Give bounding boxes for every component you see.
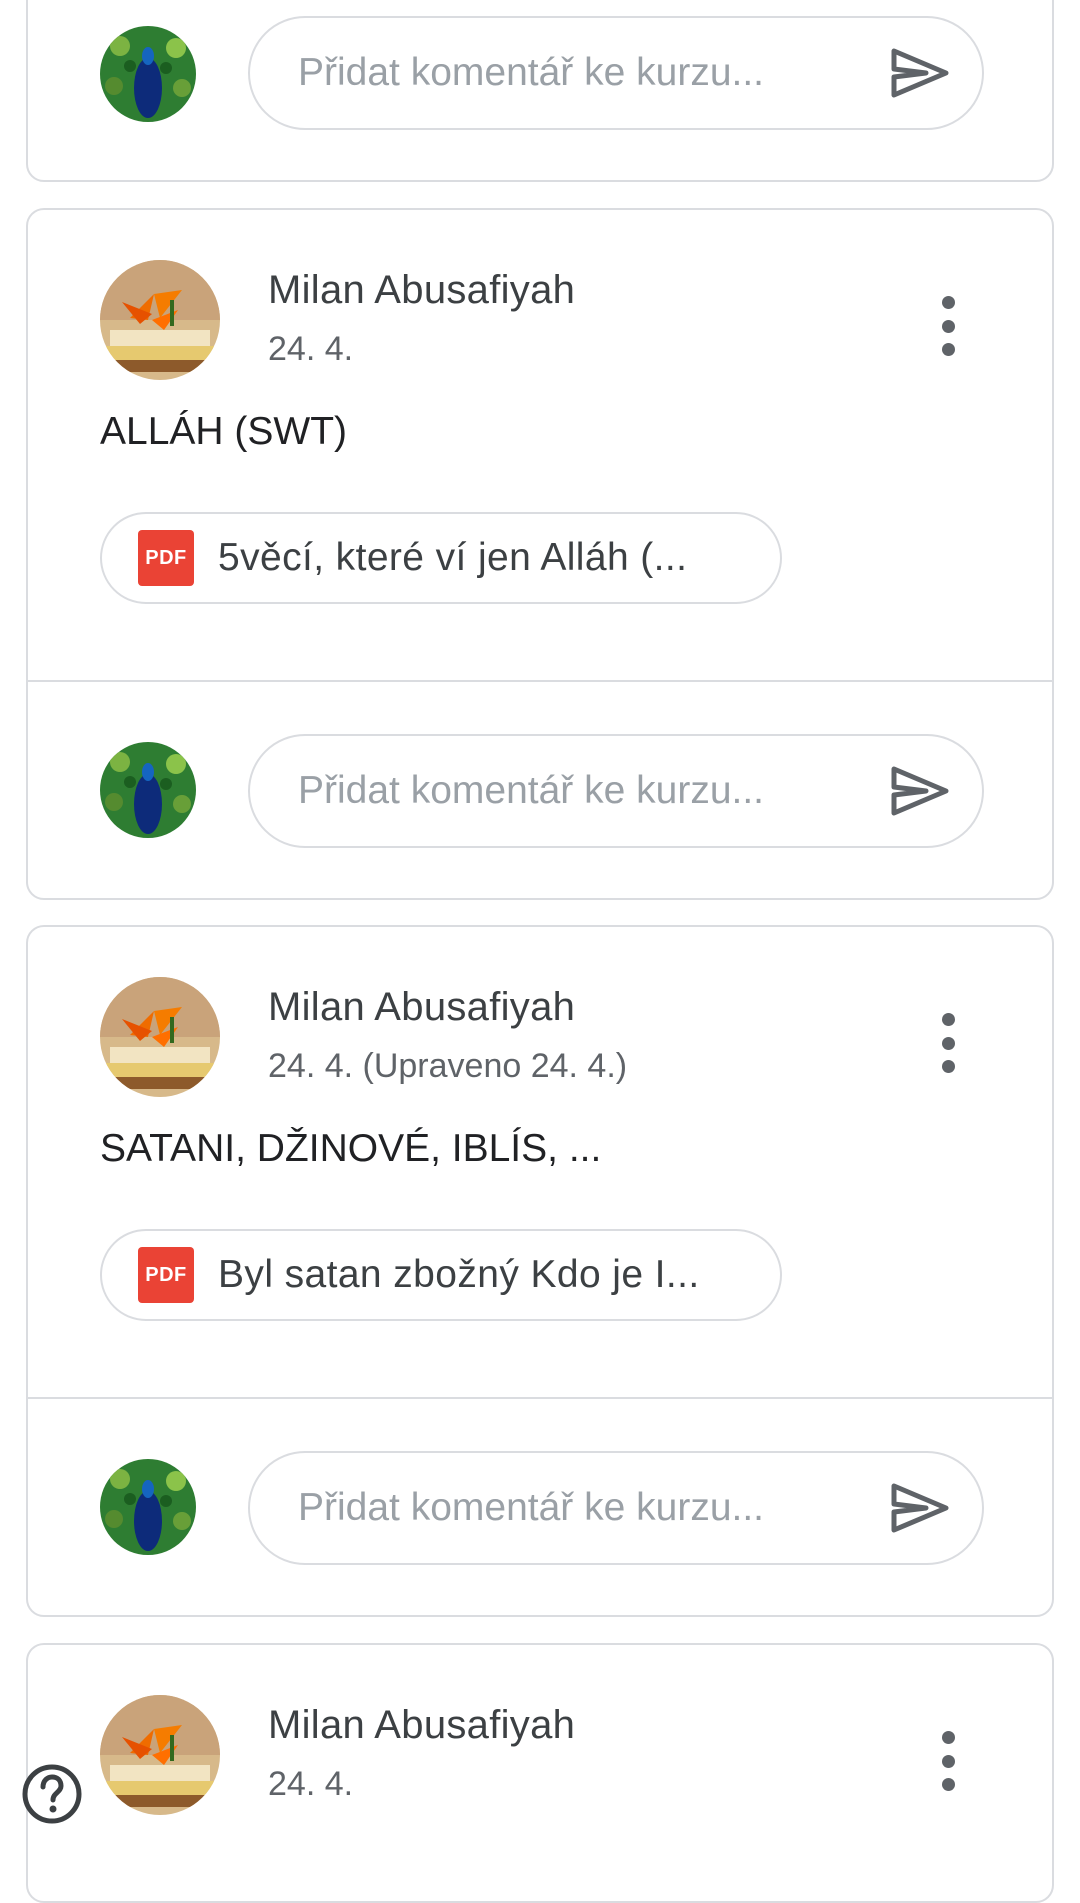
post-body: SATANI, DŽINOVÉ, IBLÍS, ... bbox=[100, 1127, 602, 1170]
help-icon[interactable] bbox=[20, 1762, 84, 1826]
author-name: Milan Abusafiyah bbox=[268, 985, 576, 1029]
current-user-avatar bbox=[100, 742, 196, 838]
divider bbox=[28, 1397, 1052, 1399]
comment-input[interactable]: Přidat komentář ke kurzu... bbox=[248, 1451, 984, 1565]
attachment-chip[interactable]: PDF 5věcí, které ví jen Alláh (... bbox=[100, 512, 782, 604]
more-vert-icon[interactable] bbox=[940, 1731, 956, 1791]
attachment-chip[interactable]: PDF Byl satan zbožný Kdo je I... bbox=[100, 1229, 782, 1321]
post-card: Milan Abusafiyah 24. 4. bbox=[26, 1643, 1054, 1903]
pdf-icon: PDF bbox=[138, 530, 194, 586]
author-avatar bbox=[100, 260, 220, 380]
post-card-partial: Přidat komentář ke kurzu... bbox=[26, 0, 1054, 182]
post-date: 24. 4. bbox=[268, 330, 354, 368]
comment-placeholder: Přidat komentář ke kurzu... bbox=[298, 51, 765, 94]
send-icon[interactable] bbox=[888, 763, 952, 819]
author-name: Milan Abusafiyah bbox=[268, 1703, 576, 1747]
attachment-title: 5věcí, které ví jen Alláh (... bbox=[218, 536, 688, 579]
author-avatar bbox=[100, 1695, 220, 1815]
more-vert-icon[interactable] bbox=[940, 296, 956, 356]
post-card: Milan Abusafiyah 24. 4. (Upraveno 24. 4.… bbox=[26, 925, 1054, 1617]
current-user-avatar bbox=[100, 1459, 196, 1555]
attachment-title: Byl satan zbožný Kdo je I... bbox=[218, 1253, 700, 1296]
comment-placeholder: Přidat komentář ke kurzu... bbox=[298, 769, 765, 812]
post-card: Milan Abusafiyah 24. 4. ALLÁH (SWT) PDF … bbox=[26, 208, 1054, 900]
current-user-avatar bbox=[100, 26, 196, 122]
more-vert-icon[interactable] bbox=[940, 1013, 956, 1073]
divider bbox=[28, 680, 1052, 682]
post-date: 24. 4. (Upraveno 24. 4.) bbox=[268, 1047, 628, 1085]
post-date: 24. 4. bbox=[268, 1765, 354, 1803]
comment-input[interactable]: Přidat komentář ke kurzu... bbox=[248, 734, 984, 848]
send-icon[interactable] bbox=[888, 45, 952, 101]
comment-placeholder: Přidat komentář ke kurzu... bbox=[298, 1486, 765, 1529]
author-avatar bbox=[100, 977, 220, 1097]
author-name: Milan Abusafiyah bbox=[268, 268, 576, 312]
send-icon[interactable] bbox=[888, 1480, 952, 1536]
pdf-icon: PDF bbox=[138, 1247, 194, 1303]
post-body: ALLÁH (SWT) bbox=[100, 410, 348, 453]
comment-input[interactable]: Přidat komentář ke kurzu... bbox=[248, 16, 984, 130]
